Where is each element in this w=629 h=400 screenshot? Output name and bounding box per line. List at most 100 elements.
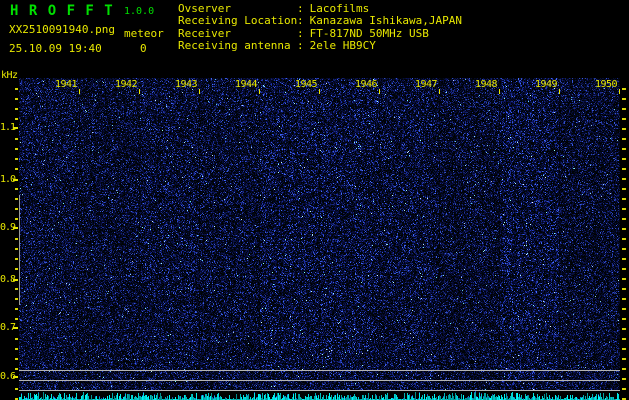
x-tick-mark [259,89,260,94]
x-tick-label: 1941 [55,79,78,90]
y-tick-mark [13,127,18,129]
y-tick-label: 1.0 [0,174,16,185]
y-minor-tick [15,388,18,390]
y-minor-tick-right [622,98,626,100]
y-minor-tick [15,208,18,210]
y-minor-tick-right [622,318,626,320]
x-tick-mark [139,89,140,94]
y-minor-tick-right [622,358,626,360]
y-tick-label: 0.9 [0,222,16,233]
output-filename: XX2510091940.png [9,23,115,36]
y-minor-tick [15,188,18,190]
y-minor-tick-right [622,88,626,90]
x-tick-mark [499,89,500,94]
y-tick-label: 0.8 [0,274,16,285]
y-minor-tick [15,198,18,200]
y-minor-tick [15,118,18,120]
y-minor-tick-right [622,148,626,150]
x-tick-label: 1945 [295,79,318,90]
y-minor-tick [15,218,18,220]
observation-datetime: 25.10.09 19:40 [9,42,102,55]
meteor-count: 0 [140,42,147,55]
x-tick-label: 1950 [595,79,618,90]
y-minor-tick-right [622,108,626,110]
frequency-marker-line [19,195,20,305]
x-tick-label: 1943 [175,79,198,90]
x-tick-label: 1942 [115,79,138,90]
y-minor-tick-right [622,348,626,350]
y-minor-tick [15,368,18,370]
y-minor-tick-right [622,138,626,140]
y-minor-tick [15,298,18,300]
info-value: Lacofilms [309,2,370,15]
y-minor-tick [15,258,18,260]
x-tick-label: 1946 [355,79,378,90]
y-minor-tick-right [622,378,626,380]
y-minor-tick-right [622,278,626,280]
y-minor-tick-right [622,338,626,340]
y-minor-tick-right [622,248,626,250]
y-minor-tick [15,168,18,170]
mode-label: meteor [124,27,164,40]
y-minor-tick-right [622,198,626,200]
info-value: Kanazawa Ishikawa,JAPAN [309,14,462,28]
y-minor-tick-right [622,288,626,290]
info-value: FT-817ND 50MHz USB [309,26,429,40]
y-minor-tick-right [622,298,626,300]
y-minor-tick [15,308,18,310]
x-tick-mark [379,89,380,94]
app-title: H R O F F T [10,3,114,19]
info-label: Receiving Location [178,14,298,28]
y-minor-tick [15,288,18,290]
y-tick-label: 1.1 [0,122,16,133]
reference-line [19,370,620,371]
y-minor-tick-right [622,208,626,210]
y-minor-tick-right [622,228,626,230]
y-minor-tick-right [622,258,626,260]
y-minor-tick [15,268,18,270]
y-tick-label: 0.6 [0,371,16,382]
x-tick-mark [319,89,320,94]
y-minor-tick-right [622,388,626,390]
y-minor-tick [15,338,18,340]
observer-info: Ovserver: Lacofilms Receiving Location: Kan… [178,2,462,53]
y-minor-tick [15,148,18,150]
y-minor-tick [15,108,18,110]
y-minor-tick-right [622,128,626,130]
y-minor-tick [15,88,18,90]
y-minor-tick-right [622,268,626,270]
y-minor-tick-right [622,368,626,370]
hrofft-screen: H R O F F T 1.0.0 XX2510091940.png meteo… [0,0,629,400]
y-minor-tick-right [622,218,626,220]
spectrogram-noise-canvas [19,78,620,391]
reference-line [19,390,620,391]
y-tick-label: 0.7 [0,322,16,333]
x-tick-label: 1944 [235,79,258,90]
y-minor-tick [15,358,18,360]
signal-level-canvas [19,391,620,400]
y-tick-mark [13,327,18,329]
info-separator: : [297,14,304,28]
x-tick-mark [79,89,80,94]
y-tick-mark [13,376,18,378]
y-minor-tick-right [622,188,626,190]
x-tick-label: 1947 [415,79,438,90]
y-minor-tick-right [622,328,626,330]
info-label: Receiving antenna [178,39,291,53]
x-tick-mark [199,89,200,94]
y-minor-tick [15,98,18,100]
app-version: 1.0.0 [124,6,155,17]
y-minor-tick-right [622,118,626,120]
y-tick-mark [13,279,18,281]
info-value: 2ele HB9CY [309,39,376,53]
y-minor-tick [15,248,18,250]
reference-line [19,380,620,381]
info-separator: : [297,39,304,53]
y-tick-mark [13,179,18,181]
info-row: Receiving antenna:2ele HB9CY [178,39,462,53]
x-tick-mark [439,89,440,94]
y-minor-tick [15,348,18,350]
y-minor-tick-right [622,238,626,240]
x-tick-label: 1949 [535,79,558,90]
y-minor-tick [15,238,18,240]
